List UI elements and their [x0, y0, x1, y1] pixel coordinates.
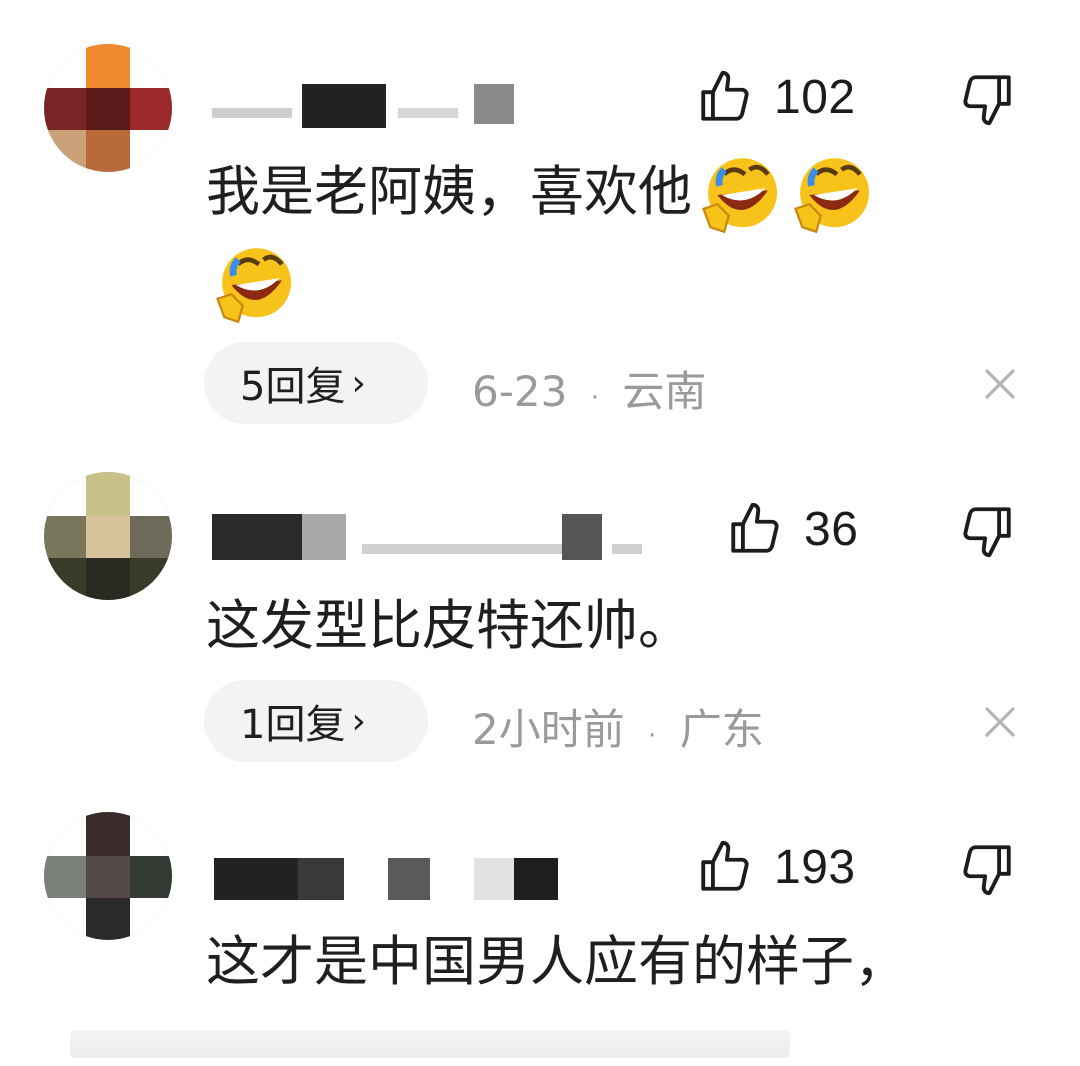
close-icon[interactable]	[980, 364, 1020, 404]
close-icon[interactable]	[980, 702, 1020, 742]
username-redacted[interactable]	[212, 84, 532, 130]
thumbs-down-icon[interactable]	[958, 840, 1016, 898]
comment-text: 这发型比皮特还帅。	[206, 594, 692, 657]
laughing-crying-emoji-icon	[216, 248, 292, 324]
like-count: 193	[774, 840, 856, 894]
comment-meta: 2小时前 · 广东	[472, 696, 764, 757]
laughing-crying-emoji-icon	[702, 158, 778, 234]
thumbs-up-icon	[701, 840, 749, 891]
reply-count-label: 5回复	[240, 364, 346, 410]
avatar[interactable]	[44, 812, 172, 940]
thumbs-up-icon	[701, 70, 749, 121]
like-count: 36	[804, 502, 859, 556]
like-count: 102	[774, 70, 856, 124]
thumbs-up-icon	[731, 502, 779, 553]
thumbs-down-icon[interactable]	[958, 70, 1016, 128]
meta-separator: ·	[648, 721, 657, 751]
bottom-input-bar-edge	[70, 1030, 790, 1058]
comment-text-body: 我是老阿姨，喜欢他	[206, 160, 692, 223]
comment-location: 广东	[679, 705, 764, 754]
reply-count-button[interactable]: 1回复 ›	[204, 680, 428, 762]
chevron-right-icon: ›	[351, 700, 366, 742]
like-button[interactable]: 102	[696, 68, 856, 126]
comment-text: 这才是中国男人应有的样子，	[206, 930, 908, 993]
username-redacted[interactable]	[212, 858, 572, 904]
comment-text-line-2	[206, 236, 298, 331]
avatar[interactable]	[44, 44, 172, 172]
comment-meta: 6-23 · 云南	[472, 358, 706, 419]
comment-location: 云南	[622, 367, 707, 416]
comment-time: 6-23	[472, 367, 568, 416]
reply-count-label: 1回复	[240, 702, 346, 748]
like-button[interactable]: 36	[726, 500, 858, 558]
comment-text: 我是老阿姨，喜欢他	[206, 146, 876, 241]
comment-time: 2小时前	[472, 705, 625, 754]
username-redacted[interactable]	[212, 514, 652, 560]
thumbs-down-icon[interactable]	[958, 502, 1016, 560]
like-button[interactable]: 193	[696, 838, 856, 896]
reply-count-button[interactable]: 5回复 ›	[204, 342, 428, 424]
avatar[interactable]	[44, 472, 172, 600]
laughing-crying-emoji-icon	[794, 158, 870, 234]
meta-separator: ·	[590, 383, 599, 413]
chevron-right-icon: ›	[351, 362, 366, 404]
